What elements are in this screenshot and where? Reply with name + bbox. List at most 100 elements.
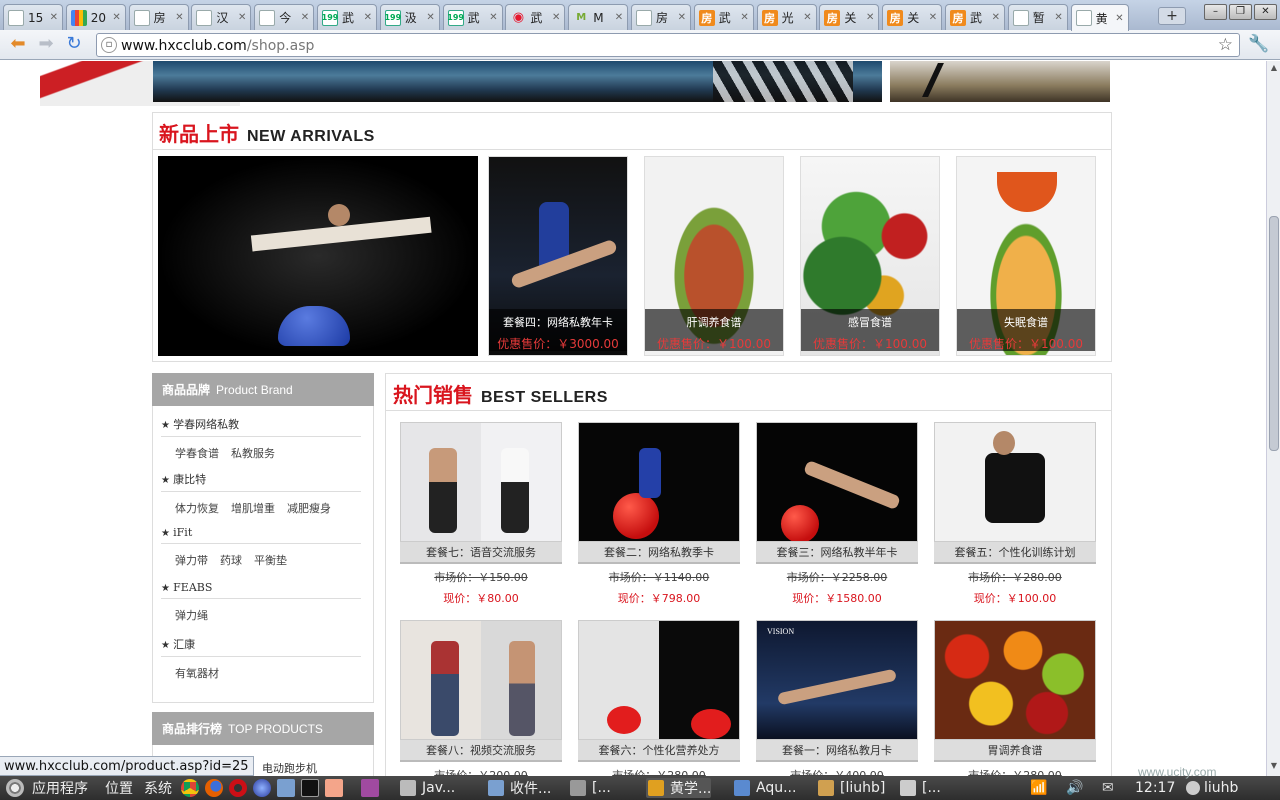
tab-close-icon[interactable]: ✕ xyxy=(175,12,183,23)
brand-link[interactable]: 康比特 xyxy=(161,471,361,492)
taskbar-window-button[interactable]: 收件... xyxy=(486,778,551,798)
reload-icon[interactable]: ↻ xyxy=(62,34,86,56)
best-seller-card[interactable]: 套餐二：网络私教季卡 市场价：￥1140.00 现价：￥798.00 xyxy=(578,422,740,606)
volume-icon[interactable]: 🔊 xyxy=(1066,779,1083,797)
product-name[interactable]: 胃调养食谱 xyxy=(934,740,1096,762)
taskbar-window-button[interactable]: Aqu... xyxy=(732,778,796,798)
brand-subcategory-link[interactable]: 平衡垫 xyxy=(254,554,287,567)
close-window-button[interactable]: ✕ xyxy=(1254,4,1277,20)
browser-tab[interactable]: 房光 ✕ xyxy=(756,4,817,30)
browser-tab[interactable]: 汉 ✕ xyxy=(191,4,252,30)
tab-close-icon[interactable]: ✕ xyxy=(552,12,560,23)
address-bar[interactable]: ▫ www.hxcclub.com/shop.asp ☆ xyxy=(96,33,1240,57)
product-name[interactable]: 套餐三：网络私教半年卡 xyxy=(756,542,918,564)
taskbar-window-button[interactable]: [liuhb] xyxy=(816,778,885,798)
best-seller-card[interactable]: 套餐五：个性化训练计划 市场价：￥280.00 现价：￥100.00 xyxy=(934,422,1096,606)
browser-tab[interactable]: 黄 ✕ xyxy=(1070,4,1129,31)
chrome-launcher-icon[interactable] xyxy=(181,779,199,797)
tab-close-icon[interactable]: ✕ xyxy=(50,12,58,23)
banner-image-water[interactable] xyxy=(153,61,882,102)
product-image[interactable] xyxy=(934,422,1096,542)
browser-tab[interactable]: 房关 ✕ xyxy=(882,4,943,30)
bookmark-star-icon[interactable]: ☆ xyxy=(1218,35,1233,55)
scroll-up-icon[interactable]: ▲ xyxy=(1268,63,1280,75)
tab-close-icon[interactable]: ✕ xyxy=(615,12,623,23)
product-image[interactable] xyxy=(578,620,740,740)
best-seller-card[interactable]: 套餐八：视频交流服务 市场价：￥200.00 xyxy=(400,620,562,776)
taskbar-window-button[interactable]: Jav... xyxy=(398,778,455,798)
top-product-item-peek[interactable]: 电动跑步机 xyxy=(262,760,317,776)
tab-close-icon[interactable]: ✕ xyxy=(678,12,686,23)
notes-launcher-icon[interactable] xyxy=(325,779,343,797)
back-icon[interactable]: ⬅ xyxy=(6,34,30,56)
brand-subcategory-link[interactable]: 增肌增重 xyxy=(231,502,275,515)
app-launcher-icon[interactable] xyxy=(361,779,379,797)
new-arrivals-hero-image[interactable] xyxy=(158,156,478,356)
brand-subcategory-link[interactable]: 体力恢复 xyxy=(175,502,219,515)
product-name[interactable]: 套餐五：个性化训练计划 xyxy=(934,542,1096,564)
user-indicator[interactable]: liuhb xyxy=(1186,779,1238,797)
best-seller-card[interactable]: 胃调养食谱 市场价：￥280.00 xyxy=(934,620,1096,776)
network-icon[interactable]: 📶 xyxy=(1030,779,1047,797)
tab-close-icon[interactable]: ✕ xyxy=(866,12,874,23)
product-image[interactable] xyxy=(400,422,562,542)
product-image[interactable] xyxy=(578,422,740,542)
tab-close-icon[interactable]: ✕ xyxy=(740,12,748,23)
tab-close-icon[interactable]: ✕ xyxy=(803,12,811,23)
product-image[interactable] xyxy=(756,422,918,542)
taskbar-window-button[interactable]: 黄学... xyxy=(646,778,712,798)
tab-close-icon[interactable]: ✕ xyxy=(112,12,120,23)
brand-subcategory-link[interactable]: 弹力带 xyxy=(175,554,208,567)
new-arrival-card[interactable]: 失眠食谱 优惠售价：￥100.00 xyxy=(956,156,1096,356)
mail-icon[interactable]: ✉ xyxy=(1102,779,1114,797)
applications-menu[interactable]: 应用程序 xyxy=(6,779,88,797)
tab-close-icon[interactable]: ✕ xyxy=(238,12,246,23)
scroll-down-icon[interactable]: ▼ xyxy=(1268,761,1280,773)
scroll-thumb[interactable] xyxy=(1269,216,1279,451)
system-menu[interactable]: 系统 xyxy=(144,779,172,797)
places-menu[interactable]: 位置 xyxy=(105,779,133,797)
product-image[interactable] xyxy=(934,620,1096,740)
browser-tab[interactable]: 房关 ✕ xyxy=(819,4,880,30)
brand-link[interactable]: 学春网络私教 xyxy=(161,416,361,437)
brand-subcategory-link[interactable]: 药球 xyxy=(220,554,242,567)
taskbar-window-button[interactable]: [... xyxy=(568,778,611,798)
brand-link[interactable]: 汇康 xyxy=(161,636,361,657)
product-name[interactable]: 套餐六：个性化营养处方 xyxy=(578,740,740,762)
browser-tab[interactable]: 199 武 ✕ xyxy=(317,4,377,30)
browser-tab[interactable]: 房武 ✕ xyxy=(945,4,1005,30)
best-seller-card[interactable]: 套餐一：网络私教月卡市场价：￥400.00 xyxy=(756,620,918,776)
new-tab-button[interactable]: + xyxy=(1158,7,1186,25)
maximize-button[interactable]: ❐ xyxy=(1229,4,1252,20)
terminal-launcher-icon[interactable] xyxy=(301,779,319,797)
brand-subcategory-link[interactable]: 学春食谱 xyxy=(175,447,219,460)
browser-tab[interactable]: 房武 ✕ xyxy=(693,4,754,30)
browser-tab[interactable]: 199 汲 ✕ xyxy=(379,4,440,30)
tab-close-icon[interactable]: ✕ xyxy=(929,12,937,23)
tab-close-icon[interactable]: ✕ xyxy=(301,12,309,23)
minimize-button[interactable]: – xyxy=(1204,4,1227,20)
product-name[interactable]: 套餐一：网络私教月卡 xyxy=(756,740,918,762)
clock[interactable]: 12:17 xyxy=(1135,779,1175,797)
globe-launcher-icon[interactable] xyxy=(253,779,271,797)
tab-close-icon[interactable]: ✕ xyxy=(1054,12,1062,23)
browser-tab[interactable]: M M ✕ xyxy=(568,4,629,30)
banner-image-runner[interactable] xyxy=(890,61,1110,102)
tab-close-icon[interactable]: ✕ xyxy=(426,12,434,23)
tab-close-icon[interactable]: ✕ xyxy=(489,12,497,23)
opera-launcher-icon[interactable] xyxy=(229,779,247,797)
product-image[interactable] xyxy=(400,620,562,740)
forward-icon[interactable]: ➡ xyxy=(34,34,58,56)
brand-subcategory-link[interactable]: 弹力绳 xyxy=(175,609,208,622)
wrench-menu-icon[interactable]: 🔧 xyxy=(1248,34,1269,54)
brand-subcategory-link[interactable]: 私教服务 xyxy=(231,447,275,460)
files-launcher-icon[interactable] xyxy=(277,779,295,797)
browser-tab[interactable]: ◉ 武 ✕ xyxy=(505,4,566,30)
new-arrival-card[interactable]: 感冒食谱 优惠售价：￥100.00 xyxy=(800,156,940,356)
browser-tab[interactable]: 199 武 ✕ xyxy=(442,4,503,30)
tab-close-icon[interactable]: ✕ xyxy=(1115,13,1123,24)
brand-subcategory-link[interactable]: 有氧器材 xyxy=(175,667,219,680)
product-name[interactable]: 套餐七：语音交流服务 xyxy=(400,542,562,564)
page-info-icon[interactable]: ▫ xyxy=(101,37,117,53)
browser-tab[interactable]: 房 ✕ xyxy=(128,4,189,30)
